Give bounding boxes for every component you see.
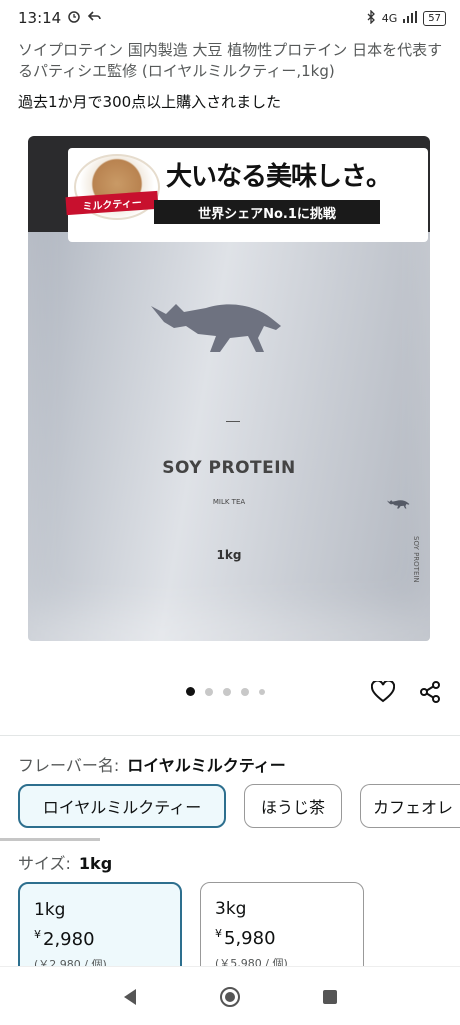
horizontal-scrollbar[interactable] — [0, 838, 100, 841]
status-time: 13:14 — [18, 9, 62, 27]
carousel-dot[interactable] — [205, 687, 213, 696]
flavor-selected: ロイヤルミルクティー — [127, 756, 286, 775]
bluetooth-icon — [366, 8, 376, 27]
flavor-option-hojicha[interactable]: ほうじ茶 — [244, 784, 342, 828]
share-icon[interactable] — [417, 679, 443, 705]
flavor-option-cafe-au-lait[interactable]: カフェオレ — [360, 784, 460, 828]
currency-symbol: ¥ — [215, 927, 222, 940]
pack-flavor: MILK TEA — [212, 498, 246, 506]
size-label: サイズ: — [18, 854, 71, 873]
status-bar: 13:14 4G 57 — [0, 0, 460, 36]
back-arrow-icon — [87, 9, 102, 27]
size-price: ¥2,980 — [34, 928, 166, 950]
size-label-row: サイズ: 1kg — [18, 850, 112, 874]
nav-back-icon[interactable] — [118, 985, 142, 1009]
product-image-carousel[interactable]: ミルクティー 大いなる美味しさ。 世界シェアNo.1に挑戦 SOY PROTEI… — [0, 122, 460, 662]
section-divider — [0, 735, 460, 736]
product-title[interactable]: ソイプロテイン 国内製造 大豆 植物性プロテイン 日本を代表するパティシエ監修 … — [18, 40, 448, 82]
flavor-label-row: フレーバー名: ロイヤルミルクティー — [18, 752, 286, 776]
heart-icon[interactable] — [370, 679, 396, 705]
size-price: ¥5,980 — [215, 927, 349, 949]
carousel-dot[interactable] — [259, 688, 265, 695]
flavor-option-royal-milk-tea[interactable]: ロイヤルミルクティー — [18, 784, 226, 828]
rhino-side-logo-icon — [386, 496, 412, 516]
rhino-logo-icon — [146, 286, 296, 370]
system-nav-bar — [0, 966, 460, 1025]
purchase-note: 過去1か月で300点以上購入されました — [18, 93, 282, 111]
divider-mark — [226, 421, 240, 422]
size-name: 1kg — [34, 900, 66, 920]
price-value: 5,980 — [224, 928, 276, 949]
size-selected: 1kg — [78, 854, 113, 873]
network-type: 4G — [381, 11, 398, 25]
alarm-icon — [67, 9, 81, 27]
carousel-dot[interactable] — [223, 687, 231, 696]
size-name: 3kg — [215, 899, 247, 919]
carousel-dots — [186, 687, 265, 696]
pack-name: SOY PROTEIN — [162, 458, 296, 478]
nav-recents-icon[interactable] — [318, 985, 342, 1009]
currency-symbol: ¥ — [34, 928, 41, 941]
carousel-dot[interactable] — [241, 687, 249, 696]
pack-side-text: SOY PROTEIN — [412, 536, 420, 583]
battery-icon: 57 — [423, 10, 446, 26]
sub-catch-copy: 世界シェアNo.1に挑戦 — [154, 200, 380, 224]
signal-icon — [403, 10, 418, 26]
catch-copy: 大いなる美味しさ。 — [166, 162, 392, 192]
flavor-label: フレーバー名: — [18, 756, 120, 775]
price-value: 2,980 — [43, 929, 95, 950]
nav-home-icon[interactable] — [218, 985, 242, 1009]
product-image[interactable]: ミルクティー 大いなる美味しさ。 世界シェアNo.1に挑戦 SOY PROTEI… — [28, 136, 430, 641]
carousel-dot-active[interactable] — [186, 687, 195, 696]
pack-weight: 1kg — [216, 548, 242, 562]
